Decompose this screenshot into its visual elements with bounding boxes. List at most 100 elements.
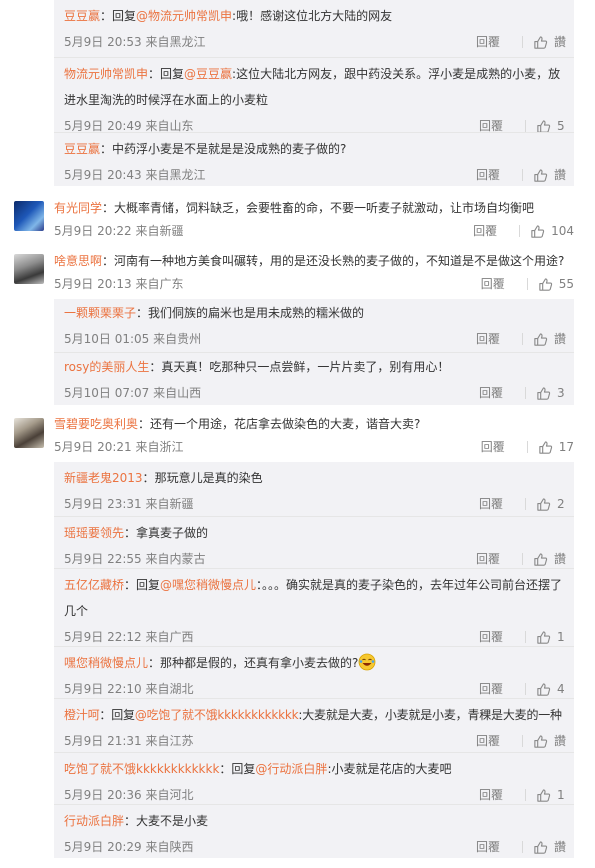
like-text: 讚 (553, 35, 566, 49)
reply-prefix: ： (124, 814, 137, 828)
reply-button[interactable]: 回覆 (481, 273, 505, 295)
mention-link[interactable]: @吃饱了就不饿kkkkkkkkkkkk (135, 708, 299, 722)
like-count: 2 (557, 497, 565, 511)
reply-prefix: ：回复 (99, 708, 135, 722)
comment-text: ：河南有一种地方美食叫碾转，用的是还没长熟的麦子做的，不知道是不是做这个用途? (102, 254, 565, 268)
divider (525, 631, 526, 643)
reply-button[interactable]: 回覆 (479, 380, 503, 406)
mention-link[interactable]: @物流元帅常凯申 (136, 9, 232, 23)
reply-username[interactable]: 瑶瑶要领先 (64, 526, 124, 540)
reply-button[interactable]: 回覆 (476, 728, 500, 754)
reply-button[interactable]: 回覆 (476, 834, 500, 860)
reply-item: 吃饱了就不饿kkkkkkkkkkkk：回复@行动派白胖:小麦就是花店的大麦吧 5… (54, 752, 574, 804)
reply-text: 那种都是假的，还真有拿小麦去做的? (160, 656, 359, 670)
reply-item: 五亿亿藏桥：回复@嘿您稍微慢点儿：。。。确实就是真的麦子染色的，去年过年公司前台… (54, 568, 574, 646)
comment-username[interactable]: 雪碧要吃奥利奥 (54, 417, 138, 431)
reply-time: 5月9日 21:31 来自江苏 (64, 734, 194, 748)
reply-username[interactable]: 橙汁呵 (64, 708, 100, 722)
like-button[interactable]: 讚 (533, 29, 566, 55)
reply-prefix: ：回复 (148, 67, 185, 81)
thumbs-up-icon (538, 440, 553, 455)
comment-text: ：大概率青储，饲料缺乏，会要牲畜的命，不要一听麦子就激动，让市场自均衡吧 (102, 201, 535, 215)
like-button[interactable]: 17 (538, 436, 574, 458)
like-button[interactable]: 讚 (533, 162, 566, 188)
reply-prefix: ： (149, 360, 162, 374)
divider (526, 278, 528, 290)
reply-username[interactable]: 新疆老鬼2013 (64, 471, 143, 485)
thumbs-up-icon (536, 788, 551, 803)
reply-item: 瑶瑶要领先：拿真麦子做的 5月9日 22:55 来自内蒙古 回覆讚 (54, 516, 574, 568)
reply-username[interactable]: 物流元帅常凯申 (64, 67, 148, 81)
reply-username[interactable]: rosy的美丽人生 (64, 360, 149, 374)
reply-username[interactable]: 豆豆赢 (64, 142, 100, 156)
reply-time: 5月10日 07:07 来自山西 (64, 386, 202, 400)
comment-item: 雪碧要吃奥利奥：还有一个用途，花店拿去做染色的大麦，谐音大卖? 5月9日 20:… (0, 412, 595, 458)
divider (525, 120, 526, 132)
like-button[interactable]: 104 (530, 220, 574, 242)
mention-link[interactable]: @嘿您稍微慢点儿 (160, 578, 256, 592)
reply-button[interactable]: 回覆 (481, 436, 505, 458)
reply-text: 那玩意儿是真的染色 (154, 471, 263, 485)
divider (519, 225, 521, 237)
comment-text: ：还有一个用途，花店拿去做染色的大麦，谐音大卖? (138, 417, 421, 431)
divider (521, 333, 523, 345)
reply-button[interactable]: 回覆 (476, 162, 500, 188)
reply-prefix: ： (100, 142, 113, 156)
reply-text: 真天真！吃那种只一点尝鲜，一片片卖了，别有用心！ (161, 360, 450, 374)
thumbs-up-icon (533, 552, 548, 567)
like-text: 讚 (553, 734, 566, 748)
like-text: 讚 (553, 168, 566, 182)
comment-username[interactable]: 有光同学 (54, 201, 102, 215)
reply-username[interactable]: 吃饱了就不饿kkkkkkkkkkkk (64, 762, 219, 776)
avatar[interactable] (14, 418, 44, 448)
reply-item: 豆豆赢：中药浮小麦是不是就是是没成熟的麦子做的? 5月9日 20:43 来自黑龙… (54, 132, 574, 186)
reply-time: 5月9日 20:29 来自陕西 (64, 840, 194, 854)
mention-link[interactable]: @行动派白胖 (255, 762, 327, 776)
reply-text: 中药浮小麦是不是就是是没成熟的麦子做的? (112, 142, 347, 156)
comment-item: 有光同学：大概率青储，饲料缺乏，会要牲畜的命，不要一听麦子就激动，让市场自均衡吧… (0, 196, 595, 242)
reply-button[interactable]: 回覆 (476, 29, 500, 55)
like-button[interactable]: 2 (536, 491, 566, 517)
reply-username[interactable]: 五亿亿藏桥 (64, 578, 124, 592)
reply-button[interactable]: 回覆 (473, 220, 497, 242)
avatar[interactable] (14, 254, 44, 284)
like-button[interactable]: 讚 (533, 728, 566, 754)
reply-time: 5月10日 01:05 来自贵州 (64, 332, 202, 346)
thumbs-up-icon (533, 168, 548, 183)
thumbs-up-icon (538, 277, 553, 292)
like-text: 讚 (553, 840, 566, 854)
reply-username[interactable]: 豆豆赢 (64, 9, 100, 23)
reply-thread-2: 一颗颗栗栗子：我们侗族的扁米也是用未成熟的糯米做的 5月10日 01:05 来自… (54, 299, 574, 405)
thumbs-up-icon (536, 497, 551, 512)
reply-username[interactable]: 行动派白胖 (64, 814, 124, 828)
avatar[interactable] (14, 201, 44, 231)
reply-prefix: ：回复 (124, 578, 161, 592)
thumbs-up-icon (533, 35, 548, 50)
like-button[interactable]: 讚 (533, 834, 566, 860)
like-text: 讚 (553, 332, 566, 346)
comment-username[interactable]: 啥意思啊 (54, 254, 102, 268)
reply-time: 5月9日 23:31 来自新疆 (64, 497, 194, 511)
mention-link[interactable]: @豆豆赢 (184, 67, 232, 81)
reply-username[interactable]: 嘿您稍微慢点儿 (64, 656, 148, 670)
reply-text: 拿真麦子做的 (136, 526, 209, 540)
reply-item: 新疆老鬼2013：那玩意儿是真的染色 5月9日 23:31 来自新疆 回覆 2 (54, 462, 574, 516)
like-button[interactable]: 55 (538, 273, 574, 295)
reply-item: 橙汁呵：回复@吃饱了就不饿kkkkkkkkkkkk:大麦就是大麦，小麦就是小麦，… (54, 698, 574, 752)
divider (525, 789, 526, 801)
reply-button[interactable]: 回覆 (476, 326, 500, 352)
like-button[interactable]: 讚 (533, 326, 566, 352)
thumbs-up-icon (533, 840, 548, 855)
reply-button[interactable]: 回覆 (479, 491, 503, 517)
reply-prefix: ： (136, 306, 149, 320)
reply-prefix: ：回复 (100, 9, 137, 23)
reply-username[interactable]: 一颗颗栗栗子 (64, 306, 136, 320)
reply-time: 5月9日 20:43 来自黑龙江 (64, 168, 206, 182)
laughing-emoji-icon (359, 653, 376, 671)
divider (525, 683, 526, 695)
comment-time: 5月9日 20:13 来自广东 (54, 277, 184, 291)
like-button[interactable]: 3 (536, 380, 566, 406)
divider (521, 841, 523, 853)
like-count: 17 (558, 440, 574, 454)
reply-text: :小麦就是花店的大麦吧 (327, 762, 452, 776)
